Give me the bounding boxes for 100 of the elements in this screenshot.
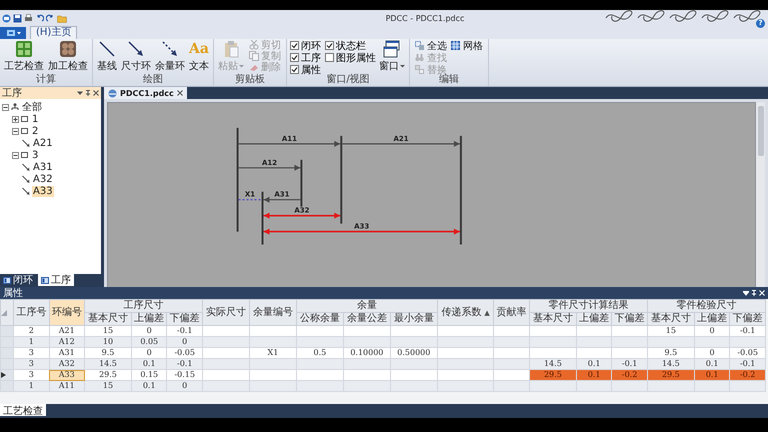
column-header[interactable]: 上偏差 (131, 312, 167, 326)
tree-item[interactable]: 全部 (21, 100, 43, 114)
checkbox-label: 状态栏 (336, 40, 366, 52)
group-label: 计算 (35, 74, 57, 86)
ribbon-button[interactable]: 加工检查 (47, 39, 89, 73)
dimension-arrow[interactable] (264, 196, 300, 203)
ribbon-button[interactable]: 基线 (96, 39, 118, 73)
panel-icon (3, 276, 11, 284)
ribbon-button[interactable]: 尺寸环 (120, 39, 152, 73)
column-group-header: 零件尺寸计算结果 (529, 300, 648, 312)
table-cell: A33 (49, 370, 84, 380)
diagonal-arrow-icon (127, 40, 145, 58)
tree-item[interactable]: A33 (32, 186, 54, 196)
panel-tab[interactable]: 工序 (38, 274, 74, 286)
extension-line (262, 192, 264, 245)
column-header[interactable]: 工序号 (14, 300, 49, 326)
panel-title: 工序 (2, 86, 22, 100)
column-label: 传递系数 (441, 306, 482, 318)
tree-item[interactable]: A21 (32, 138, 54, 148)
column-header[interactable]: 最小余量 (390, 312, 438, 326)
extension-line (300, 160, 302, 207)
app-menu-button[interactable] (0, 27, 26, 39)
square-icon (21, 115, 29, 123)
square-icon (21, 151, 29, 159)
row-pointer-icon (1, 372, 6, 378)
scrollbar[interactable] (756, 102, 765, 290)
tree-item[interactable]: A32 (32, 174, 54, 184)
column-header[interactable]: 下偏差 (612, 312, 648, 326)
ribbon-button[interactable]: 工艺检查 (3, 39, 45, 73)
column-header[interactable]: 下偏差 (166, 312, 202, 326)
checkbox[interactable] (325, 53, 334, 62)
tree-item[interactable]: 1 (31, 114, 40, 124)
ribbon-button[interactable]: 网格 (449, 40, 485, 51)
redo-icon[interactable] (46, 14, 55, 22)
app-icon (6, 29, 16, 37)
column-header[interactable]: 余量公差 (343, 312, 390, 326)
ribbon-button[interactable]: 全选 (413, 40, 449, 51)
checkbox-label: 工序 (301, 52, 321, 64)
column-header[interactable]: 上偏差 (694, 312, 730, 326)
hierarchy-icon (11, 103, 19, 111)
dotted-line[interactable] (238, 199, 262, 200)
column-header[interactable]: 基本尺寸 (529, 312, 576, 326)
dotted-arrow-icon (161, 40, 179, 58)
caret-icon (239, 64, 244, 68)
checkbox-label: 属性 (301, 64, 321, 76)
checkbox[interactable] (325, 41, 334, 50)
checkbox[interactable] (290, 41, 299, 50)
panel-icon (41, 276, 49, 284)
collapse-icon[interactable] (2, 104, 9, 110)
column-header[interactable]: 实际尺寸 (202, 300, 250, 326)
pin-icon[interactable] (85, 90, 91, 96)
column-header[interactable]: 贡献率 (494, 300, 530, 326)
column-header[interactable]: 基本尺寸 (84, 312, 132, 326)
collapse-icon[interactable] (12, 152, 19, 158)
document-icon (108, 88, 117, 98)
column-group-header: 工序尺寸 (84, 300, 202, 312)
panel-title: 属性 (3, 286, 23, 300)
ribbon-button[interactable]: 余量环 (154, 39, 186, 73)
collapse-icon[interactable] (12, 128, 19, 134)
panel-tab[interactable]: 工艺检查 (0, 404, 46, 416)
printer-icon[interactable] (24, 14, 33, 22)
group-label: 窗口/视图 (325, 74, 371, 86)
tree-item[interactable]: A31 (32, 162, 54, 172)
expand-icon[interactable] (12, 116, 19, 122)
group-label: 编辑 (439, 74, 460, 86)
copy-icon (249, 50, 259, 60)
ribbon-button[interactable]: 窗口 (378, 39, 406, 73)
binoculars-icon (415, 52, 425, 62)
scissors-icon (249, 40, 259, 50)
text-tool-button[interactable]: Aa 文本 (188, 39, 210, 73)
undo-icon[interactable] (35, 14, 44, 22)
group-label: 剪贴板 (234, 74, 266, 86)
dimension-arrow[interactable] (342, 140, 460, 147)
column-header[interactable]: 余量编号 (249, 300, 296, 326)
diagonal-line-icon (98, 40, 116, 58)
close-icon[interactable] (93, 90, 99, 96)
clipboard-icon (222, 40, 240, 58)
checkmark-icon (326, 42, 333, 49)
dimension-arrow[interactable] (238, 140, 340, 147)
column-header[interactable]: 环编号 (49, 300, 84, 326)
column-header[interactable]: 公称余量 (296, 312, 344, 326)
checkbox[interactable] (290, 65, 299, 74)
tree-item[interactable]: 3 (31, 150, 40, 160)
ribbon-tab[interactable]: (H)主页 (30, 26, 78, 39)
close-icon[interactable] (176, 90, 183, 96)
caret-icon (400, 64, 405, 68)
checkbox[interactable] (290, 53, 299, 62)
select-all-icon (415, 40, 425, 50)
column-header[interactable]: 下偏差 (730, 312, 766, 326)
app-icon[interactable] (2, 14, 11, 22)
dimension-arrow[interactable] (238, 164, 300, 171)
document-tab[interactable]: PDCC1.pdcc (104, 87, 187, 99)
diagonal-arrow-icon (22, 139, 30, 147)
column-header[interactable]: 基本尺寸 (647, 312, 694, 326)
tree-item[interactable]: 2 (31, 126, 40, 136)
column-group-header: 余量 (296, 300, 438, 312)
column-header[interactable]: 上偏差 (576, 312, 612, 326)
panel-tab[interactable]: 闭环 (0, 274, 36, 286)
checkbox-label: 闭环 (301, 40, 321, 52)
dropdown-icon[interactable] (77, 90, 83, 96)
